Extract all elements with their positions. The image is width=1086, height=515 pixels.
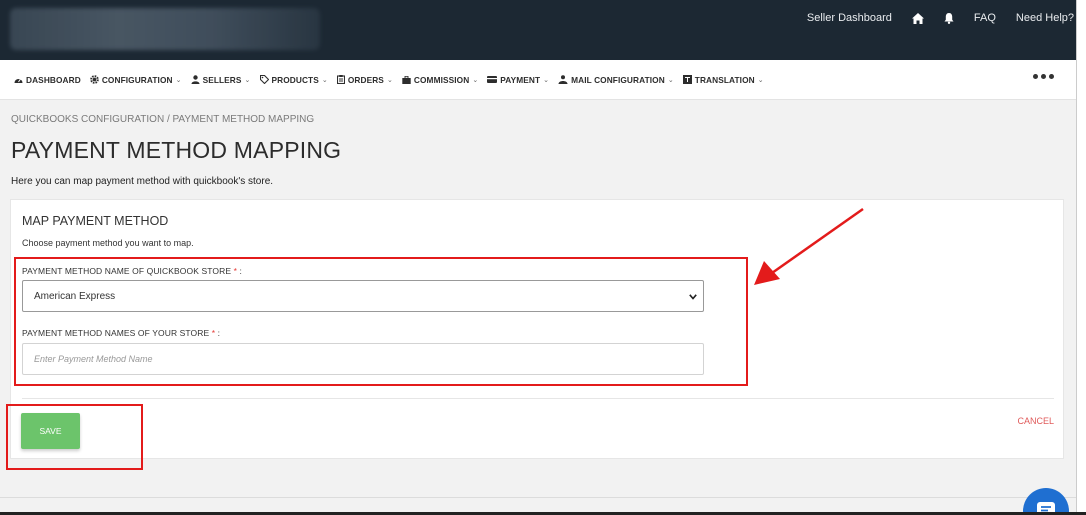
dashboard-icon [14, 76, 23, 84]
footer-divider [0, 497, 1076, 498]
page-subtitle: Here you can map payment method with qui… [11, 176, 274, 187]
nav-mail-configuration-label: MAIL CONFIGURATION [571, 74, 665, 85]
nav-sellers-label: SELLERS [202, 74, 242, 85]
chat-icon[interactable] [1023, 488, 1069, 515]
chevron-down-icon: ⌄ [175, 76, 182, 84]
faq-link[interactable]: FAQ [974, 12, 996, 24]
user-icon [191, 75, 200, 84]
form-subtitle: Choose payment method you want to map. [22, 238, 194, 248]
nav-orders-label: ORDERS [347, 74, 384, 85]
nav-translation[interactable]: TRANSLATION ⌄ [682, 74, 764, 85]
nav-products-label: PRODUCTS [271, 74, 319, 85]
tag-icon [259, 75, 269, 84]
envelope-user-icon [558, 75, 568, 84]
more-icon[interactable] [1033, 74, 1054, 79]
translate-icon [682, 75, 692, 84]
cancel-button[interactable]: CANCEL [1017, 416, 1054, 426]
form-divider [22, 398, 1054, 399]
seller-dashboard-link[interactable]: Seller Dashboard [807, 12, 892, 24]
card-icon [487, 76, 498, 83]
chevron-down-icon: ⌄ [472, 76, 479, 84]
bell-icon[interactable] [944, 12, 954, 24]
nav-dashboard[interactable]: DASHBOARD [14, 75, 81, 85]
chevron-down-icon: ⌄ [543, 76, 550, 84]
scrollbar[interactable] [1076, 0, 1086, 515]
top-header: Seller Dashboard FAQ Need Help? [0, 0, 1086, 60]
highlight-box-fields [14, 257, 748, 386]
page-title: PAYMENT METHOD MAPPING [11, 137, 342, 163]
chevron-down-icon: ⌄ [321, 76, 328, 84]
top-links: Seller Dashboard FAQ Need Help? [807, 0, 1074, 36]
chevron-down-icon: ⌄ [667, 76, 674, 84]
chevron-down-icon: ⌄ [757, 76, 764, 84]
briefcase-icon [402, 75, 411, 84]
nav-payment-label: PAYMENT [500, 74, 541, 85]
nav-translation-label: TRANSLATION [694, 74, 755, 85]
chevron-down-icon: ⌄ [244, 76, 251, 84]
nav-commission-label: COMMISSION [413, 74, 470, 85]
gear-icon [90, 75, 99, 84]
breadcrumb: QUICKBOOKS CONFIGURATION / PAYMENT METHO… [11, 114, 315, 125]
nav-configuration[interactable]: CONFIGURATION ⌄ [90, 75, 182, 85]
nav-dashboard-label: DASHBOARD [26, 74, 81, 85]
annotation-arrow [754, 207, 864, 285]
chevron-down-icon: ⌄ [386, 76, 393, 84]
nav-sellers[interactable]: SELLERS ⌄ [191, 75, 251, 85]
main-nav: DASHBOARD CONFIGURATION ⌄ SELLERS ⌄ PROD… [0, 60, 1076, 100]
nav-configuration-label: CONFIGURATION [101, 74, 173, 85]
highlight-box-save [6, 404, 143, 470]
blurred-logo [10, 8, 320, 50]
clipboard-icon [336, 75, 345, 84]
nav-orders[interactable]: ORDERS ⌄ [336, 74, 393, 85]
nav-payment[interactable]: PAYMENT ⌄ [487, 75, 549, 85]
need-help-link[interactable]: Need Help? [1016, 12, 1074, 24]
home-icon[interactable] [911, 12, 924, 24]
nav-mail-configuration[interactable]: MAIL CONFIGURATION ⌄ [558, 75, 674, 85]
form-title: MAP PAYMENT METHOD [22, 214, 169, 228]
nav-commission[interactable]: COMMISSION ⌄ [402, 75, 478, 85]
nav-products[interactable]: PRODUCTS ⌄ [259, 74, 328, 85]
